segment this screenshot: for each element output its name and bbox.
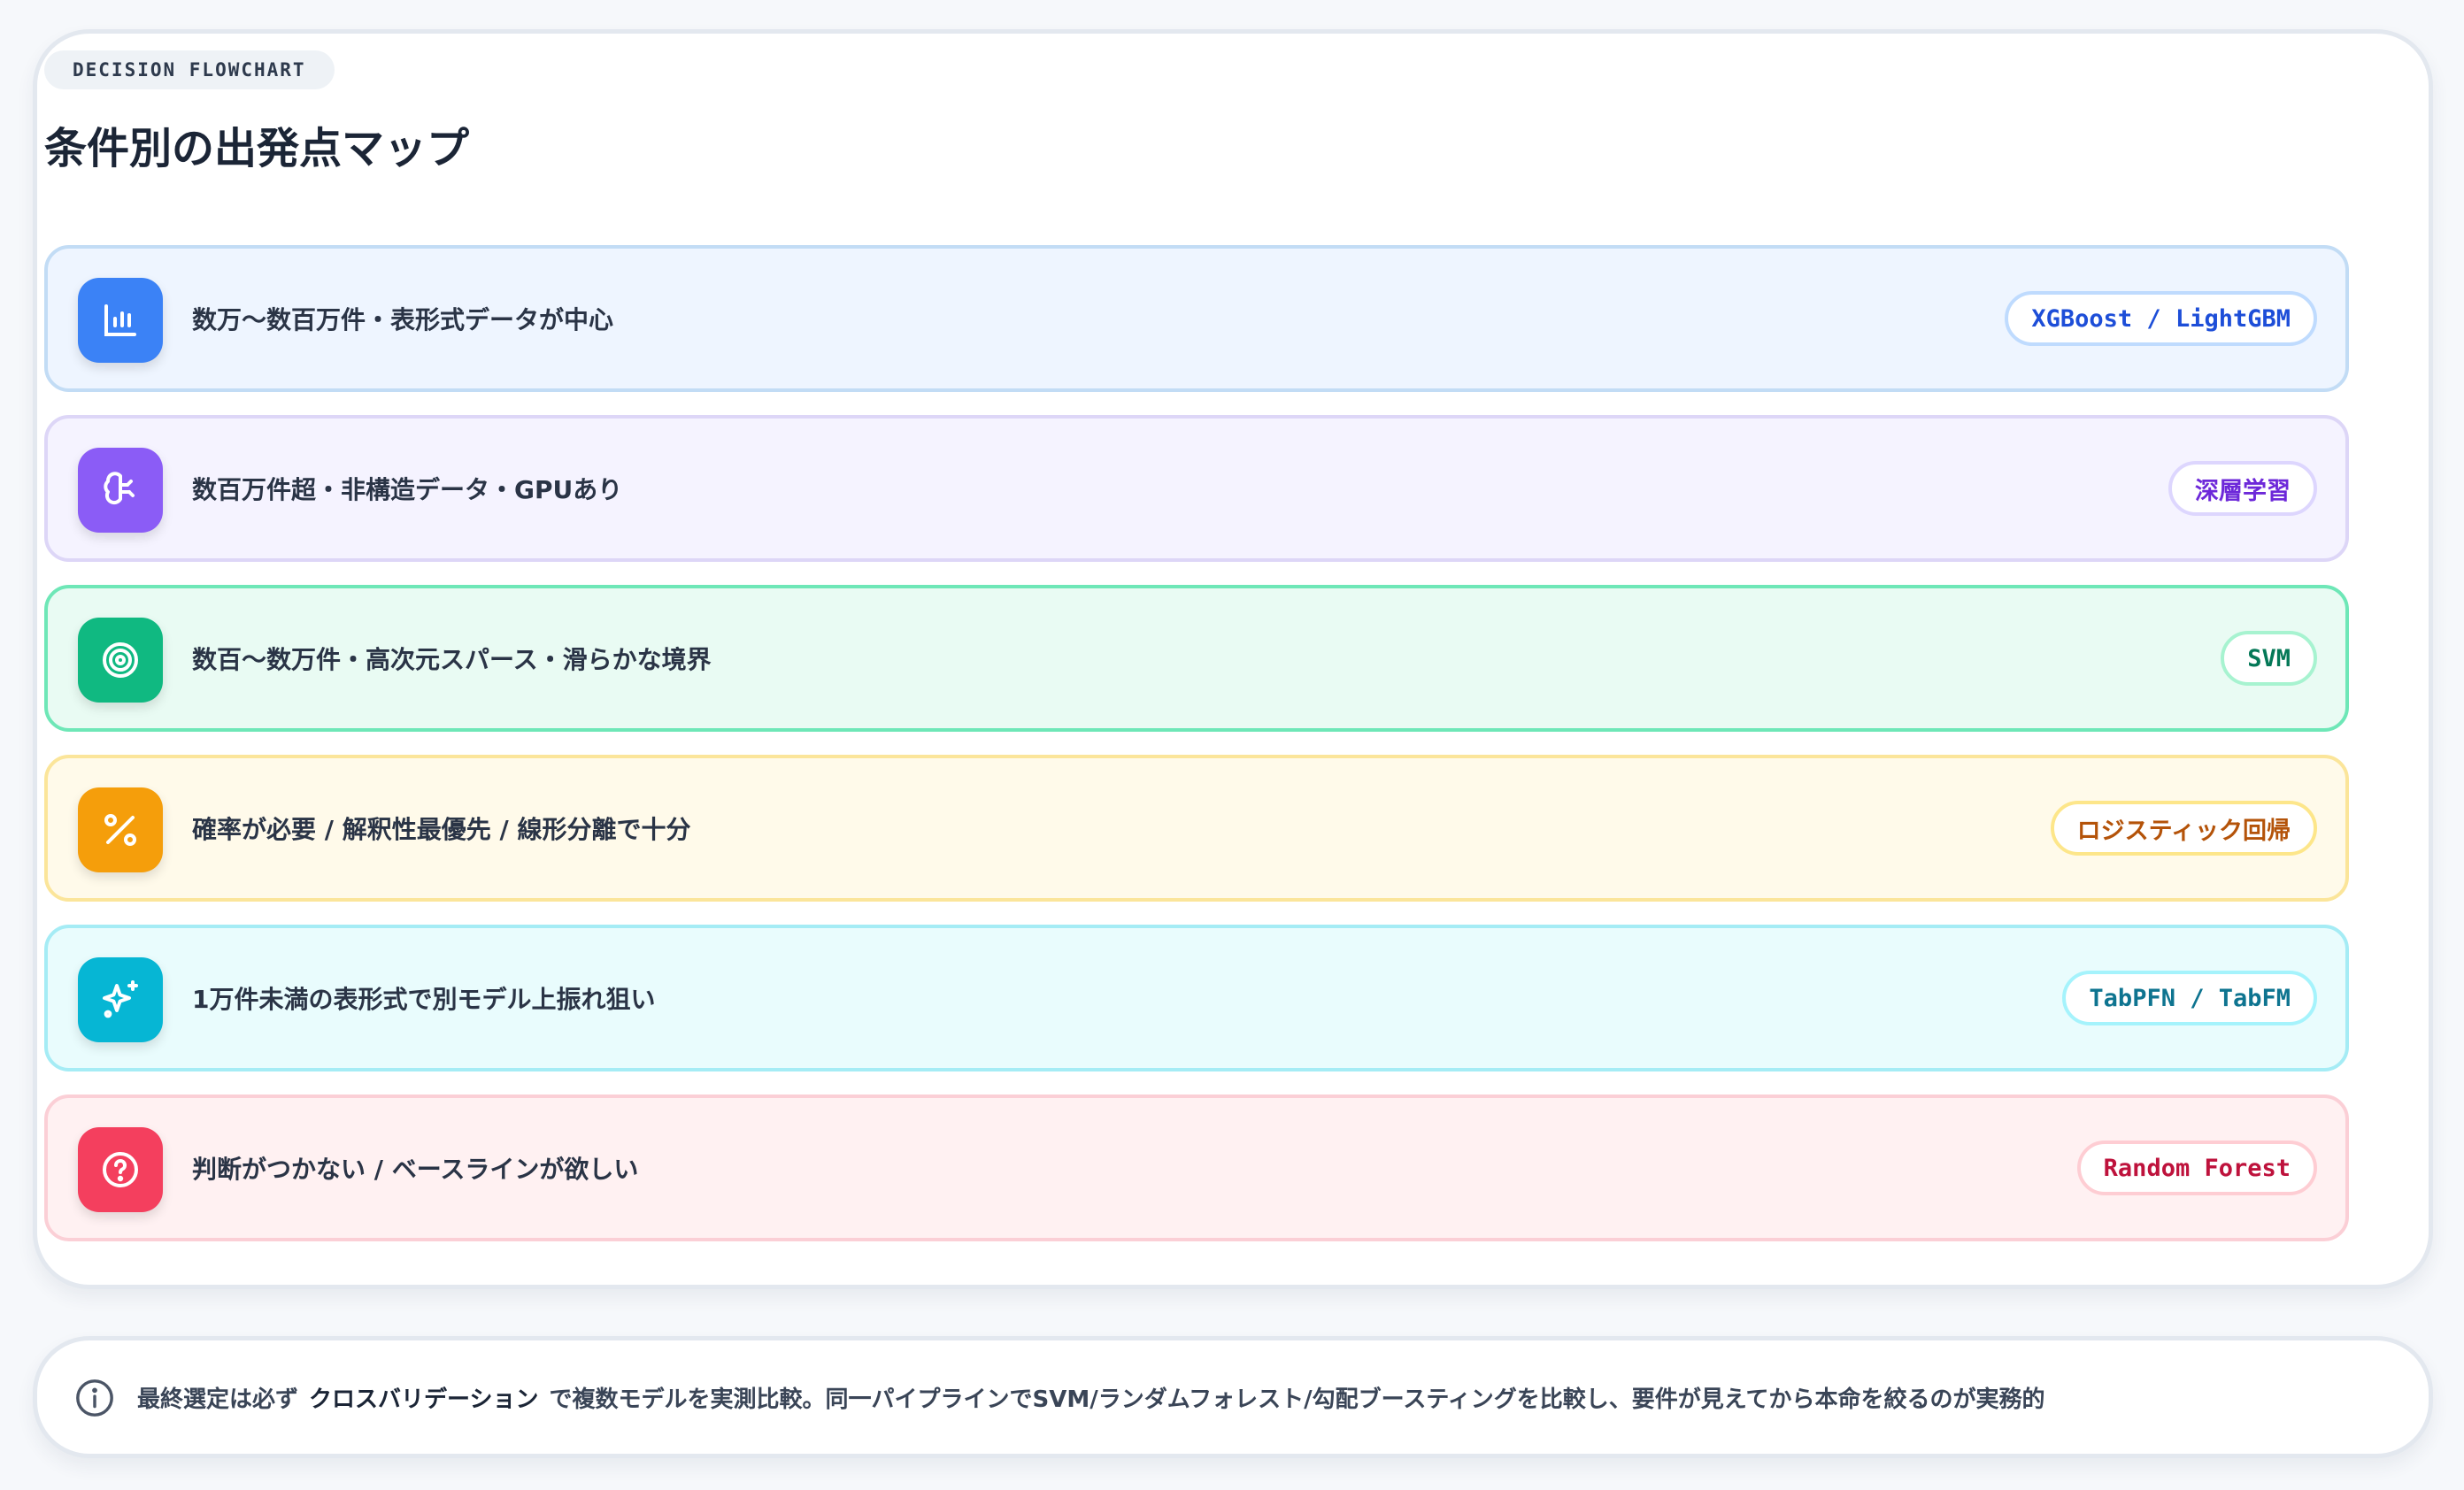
decision-row-tabpfn: 1万件未満の表形式で別モデル上振れ狙い TabPFN / TabFM bbox=[44, 925, 2349, 1071]
note-prefix: 最終選定は必ず bbox=[137, 1386, 299, 1413]
condition-label: 確率が必要 / 解釈性最優先 / 線形分離で十分 bbox=[192, 815, 691, 844]
recommendation-tag: TabPFN / TabFM bbox=[2062, 971, 2317, 1025]
question-icon bbox=[78, 1127, 163, 1212]
percent-icon bbox=[78, 787, 163, 872]
note-emphasis: クロスバリデーション bbox=[309, 1386, 539, 1413]
recommendation-tag: 深層学習 bbox=[2168, 461, 2317, 516]
info-icon bbox=[76, 1379, 113, 1417]
condition-label: 数万〜数百万件・表形式データが中心 bbox=[192, 305, 614, 334]
note-suffix: で複数モデルを実測比較。同一パイプラインでSVM/ランダムフォレスト/勾配ブース… bbox=[549, 1386, 2045, 1413]
recommendation-tag: ロジスティック回帰 bbox=[2050, 801, 2317, 856]
info-note: 最終選定は必ず クロスバリデーション で複数モデルを実測比較。同一パイプラインで… bbox=[33, 1336, 2433, 1458]
decision-row-gbdt: 数万〜数百万件・表形式データが中心 XGBoost / LightGBM bbox=[44, 245, 2349, 392]
target-icon bbox=[78, 618, 163, 703]
decision-row-svm: 数百〜数万件・高次元スパース・滑らかな境界 SVM bbox=[44, 585, 2349, 732]
condition-label: 1万件未満の表形式で別モデル上振れ狙い bbox=[192, 985, 656, 1014]
decision-row-deep-learning: 数百万件超・非構造データ・GPUあり 深層学習 bbox=[44, 415, 2349, 562]
brain-icon bbox=[78, 448, 163, 533]
recommendation-tag: Random Forest bbox=[2076, 1141, 2317, 1195]
condition-label: 数百〜数万件・高次元スパース・滑らかな境界 bbox=[192, 645, 712, 674]
decision-row-random-forest: 判断がつかない / ベースラインが欲しい Random Forest bbox=[44, 1094, 2349, 1241]
note-text: 最終選定は必ず クロスバリデーション で複数モデルを実測比較。同一パイプラインで… bbox=[137, 1340, 2045, 1454]
sparkles-icon bbox=[78, 957, 163, 1042]
page-title: 条件別の出発点マップ bbox=[44, 124, 470, 173]
condition-label: 数百万件超・非構造データ・GPUあり bbox=[192, 475, 623, 504]
recommendation-tag: SVM bbox=[2221, 631, 2317, 686]
bar-chart-icon bbox=[78, 278, 163, 363]
eyebrow-badge: DECISION FLOWCHART bbox=[44, 50, 335, 89]
decision-row-logistic: 確率が必要 / 解釈性最優先 / 線形分離で十分 ロジスティック回帰 bbox=[44, 755, 2349, 902]
condition-label: 判断がつかない / ベースラインが欲しい bbox=[192, 1155, 639, 1184]
recommendation-tag: XGBoost / LightGBM bbox=[2005, 291, 2317, 346]
